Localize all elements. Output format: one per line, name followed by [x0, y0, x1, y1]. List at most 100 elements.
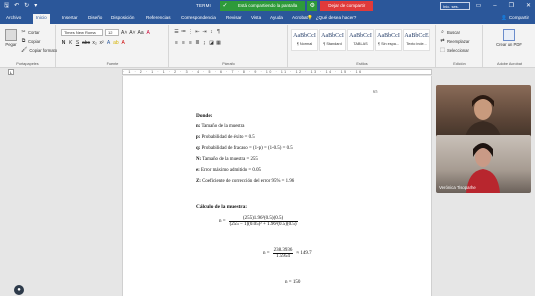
- bullets-icon[interactable]: ☰: [174, 29, 179, 35]
- screen-share-banner: ✓ Está compartiendo la pantalla ⚙ Dejar …: [218, 1, 374, 11]
- acrobat-group-label: Adobe Acrobat: [497, 62, 522, 66]
- redo-icon[interactable]: ↻: [24, 2, 29, 10]
- replace-label: Reemplazar: [447, 38, 470, 44]
- line-spacing-icon[interactable]: ↨: [202, 40, 207, 46]
- strikethrough-icon[interactable]: abc: [82, 40, 90, 46]
- copy-label: Copiar: [28, 38, 41, 44]
- tab-revisar[interactable]: Revisar: [226, 15, 242, 20]
- style-name: ¶ Standard: [323, 42, 342, 46]
- close-button[interactable]: ✕: [526, 1, 531, 11]
- shrink-font-icon[interactable]: A˅: [129, 30, 135, 36]
- font-group: Times New Roma 12 A˄ A˅ Aa A N K S abc x…: [57, 25, 169, 67]
- justify-icon[interactable]: ≣: [195, 40, 200, 46]
- italic-icon[interactable]: K: [68, 40, 73, 46]
- equation-2: n = 238.3936 1.5954 ≈ 149.7: [263, 248, 312, 259]
- participant-name: Verónica Tisoparhe: [439, 185, 476, 190]
- underline-icon[interactable]: S: [75, 40, 80, 46]
- tab-referencias[interactable]: Referencias: [146, 15, 171, 20]
- create-pdf-button[interactable]: Crear un PDF: [492, 29, 526, 47]
- replace-button[interactable]: ⇄ Reemplazar: [440, 38, 470, 44]
- horizontal-ruler[interactable]: · 1 · 2 · 1 · 1 · 2 · 3 · 4 · 5 · 6 · 7 …: [122, 69, 432, 75]
- increase-indent-icon[interactable]: ⇥: [202, 29, 207, 35]
- align-center-icon[interactable]: ≡: [181, 40, 186, 46]
- document-page[interactable]: 65 Donde: n: Tamaño de la muestra p: Pro…: [122, 76, 432, 296]
- find-label: Buscar: [447, 29, 461, 35]
- superscript-icon[interactable]: x²: [99, 40, 104, 46]
- style-normal[interactable]: AaBbCcI ¶ Normal: [291, 29, 318, 51]
- tab-diseno[interactable]: Diseño: [88, 15, 102, 20]
- style-name: TABLAS: [353, 42, 368, 46]
- style-tablas[interactable]: AaBbCcI TABLAS: [347, 29, 374, 51]
- share-button[interactable]: 👤 Compartir: [501, 15, 529, 21]
- undo-icon[interactable]: ↶: [14, 2, 19, 10]
- tab-archivo[interactable]: Archivo: [6, 15, 21, 20]
- numbering-icon[interactable]: ≔: [181, 29, 186, 35]
- definition-p: p: Probabilidad de éxito = 0.5: [196, 135, 255, 140]
- paragraph-group-label: Párrafo: [222, 62, 235, 66]
- copy-icon: ⧉: [21, 38, 26, 44]
- borders-icon[interactable]: ▦: [216, 40, 221, 46]
- customize-icon[interactable]: ▾: [34, 2, 37, 10]
- style-texto-independiente[interactable]: AaBbCcE Texto inde...: [403, 29, 430, 51]
- share-gear-icon[interactable]: ⚙: [307, 1, 318, 11]
- highlight-icon[interactable]: ab: [113, 40, 119, 46]
- person-icon: 👤: [501, 15, 507, 20]
- style-sample: AaBbCcI: [349, 33, 372, 39]
- align-right-icon[interactable]: ≡: [188, 40, 193, 46]
- share-settings-icon[interactable]: ✓: [220, 1, 230, 11]
- font-size-select[interactable]: 12: [105, 29, 119, 36]
- ribbon-display-icon[interactable]: ▭: [476, 1, 482, 11]
- stop-sharing-button[interactable]: Dejar de compartir: [320, 1, 374, 11]
- select-icon: ⬚: [440, 47, 445, 53]
- paste-button[interactable]: Pegar: [3, 29, 19, 47]
- save-icon[interactable]: 🖫: [4, 2, 9, 10]
- grow-font-icon[interactable]: A˄: [121, 30, 127, 36]
- quick-access-toolbar: 🖫 ↶ ↻ ▾: [4, 2, 37, 10]
- shading-icon[interactable]: ◪: [209, 40, 214, 46]
- select-button[interactable]: ⬚ Seleccionar: [440, 47, 469, 53]
- definition-q: q: Probabilidad de fracaso = (1-p) = (1-…: [196, 146, 293, 151]
- cut-button[interactable]: ✂ Cortar: [21, 29, 39, 35]
- minimize-button[interactable]: –: [493, 1, 496, 11]
- tab-acrobat[interactable]: Acrobat: [292, 15, 308, 20]
- equation-1: n = (255)1.96²(0.5)(0.5) (255 − 1)(0.05)…: [219, 216, 298, 227]
- format-painter-button[interactable]: 🖌 Copiar formato: [21, 47, 57, 53]
- clear-format-icon[interactable]: A: [146, 30, 151, 36]
- clipboard-group-label: Portapapeles: [16, 62, 39, 66]
- style-name: ¶ Sin espa...: [377, 42, 400, 46]
- tab-vista[interactable]: Vista: [251, 15, 261, 20]
- tab-disposicion[interactable]: Disposición: [111, 15, 135, 20]
- multilevel-list-icon[interactable]: ⋮: [188, 29, 193, 35]
- fraction-denominator: (255 − 1)(0.05)² + 1.96²(0.5)(0.5): [229, 222, 297, 227]
- sign-in-box[interactable]: Inic. ses.: [440, 2, 470, 10]
- style-sin-espaciado[interactable]: AaBbCcI ¶ Sin espa...: [375, 29, 402, 51]
- tab-selector[interactable]: L: [8, 69, 14, 75]
- subscript-icon[interactable]: x₂: [92, 40, 97, 46]
- ribbon: Pegar ✂ Cortar ⧉ Copiar 🖌 Copiar formato Po…: [0, 24, 535, 68]
- search-icon: ⌕: [441, 29, 444, 35]
- brush-icon: 🖌: [21, 47, 28, 53]
- participant-video[interactable]: Verónica Tisoparhe: [436, 135, 531, 193]
- decrease-indent-icon[interactable]: ⇤: [195, 29, 200, 35]
- editing-group: ⌕ Buscar ⇄ Reemplazar ⬚ Seleccionar Edición: [437, 25, 483, 67]
- restore-button[interactable]: ❐: [509, 1, 514, 11]
- equation-rhs: ≈ 149.7: [296, 251, 312, 256]
- tell-me-search[interactable]: 💡 ¿Qué desea hacer?: [307, 15, 356, 21]
- font-name-select[interactable]: Times New Roma: [61, 29, 103, 36]
- app-icon[interactable]: ●: [14, 285, 24, 295]
- find-button[interactable]: ⌕ Buscar: [440, 29, 460, 35]
- change-case-icon[interactable]: Aa: [138, 30, 144, 36]
- bold-icon[interactable]: N: [61, 40, 66, 46]
- copy-button[interactable]: ⧉ Copiar: [21, 38, 41, 44]
- text-effects-icon[interactable]: A: [106, 40, 111, 46]
- calc-heading: Cálculo de la muestra:: [196, 204, 248, 210]
- font-color-icon[interactable]: A: [121, 40, 126, 46]
- style-standard[interactable]: AaBbCcI ¶ Standard: [319, 29, 346, 51]
- tab-inicio[interactable]: Inicio: [33, 14, 50, 24]
- sort-icon[interactable]: ↕: [209, 29, 214, 35]
- align-left-icon[interactable]: ≡: [174, 40, 179, 46]
- pilcrow-icon[interactable]: ¶: [216, 29, 221, 35]
- tab-insertar[interactable]: Insertar: [62, 15, 78, 20]
- tab-ayuda[interactable]: Ayuda: [270, 15, 283, 20]
- tab-correspondencia[interactable]: Correspondencia: [181, 15, 216, 20]
